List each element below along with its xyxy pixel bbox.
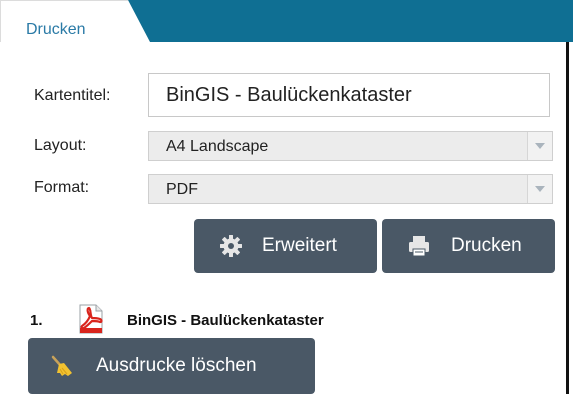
panel-border bbox=[566, 42, 569, 394]
layout-select[interactable]: A4 Landscape bbox=[148, 131, 553, 161]
pdf-file-icon[interactable] bbox=[78, 304, 104, 334]
tab-bar: Drucken bbox=[0, 0, 573, 42]
broom-icon bbox=[51, 355, 72, 376]
format-dropdown-button[interactable] bbox=[527, 175, 552, 203]
printer-icon bbox=[409, 236, 429, 257]
tab-bar-background bbox=[0, 0, 573, 42]
layout-dropdown-button[interactable] bbox=[527, 132, 552, 160]
tab-print[interactable]: Drucken bbox=[26, 20, 86, 40]
map-title-input[interactable] bbox=[148, 73, 550, 117]
format-select-value: PDF bbox=[166, 181, 198, 198]
clear-prints-button[interactable]: Ausdrucke löschen bbox=[28, 338, 315, 394]
format-select[interactable]: PDF bbox=[148, 174, 553, 204]
chevron-down-icon bbox=[535, 143, 545, 149]
print-button[interactable]: Drucken bbox=[382, 219, 555, 273]
clear-prints-button-label: Ausdrucke löschen bbox=[96, 355, 257, 376]
advanced-button-label: Erweitert bbox=[262, 235, 337, 256]
result-link[interactable]: BinGIS - Baulückenkataster bbox=[127, 312, 324, 329]
layout-label: Layout: bbox=[34, 137, 87, 154]
title-label: Kartentitel: bbox=[34, 87, 111, 104]
layout-select-value: A4 Landscape bbox=[166, 138, 269, 155]
print-button-label: Drucken bbox=[451, 235, 522, 256]
gear-icon bbox=[220, 235, 242, 257]
result-number: 1. bbox=[30, 312, 43, 329]
print-panel: Drucken Kartentitel: Layout: A4 Landscap… bbox=[0, 0, 573, 394]
chevron-down-icon bbox=[535, 186, 545, 192]
format-label: Format: bbox=[34, 179, 90, 196]
advanced-button[interactable]: Erweitert bbox=[194, 219, 377, 273]
